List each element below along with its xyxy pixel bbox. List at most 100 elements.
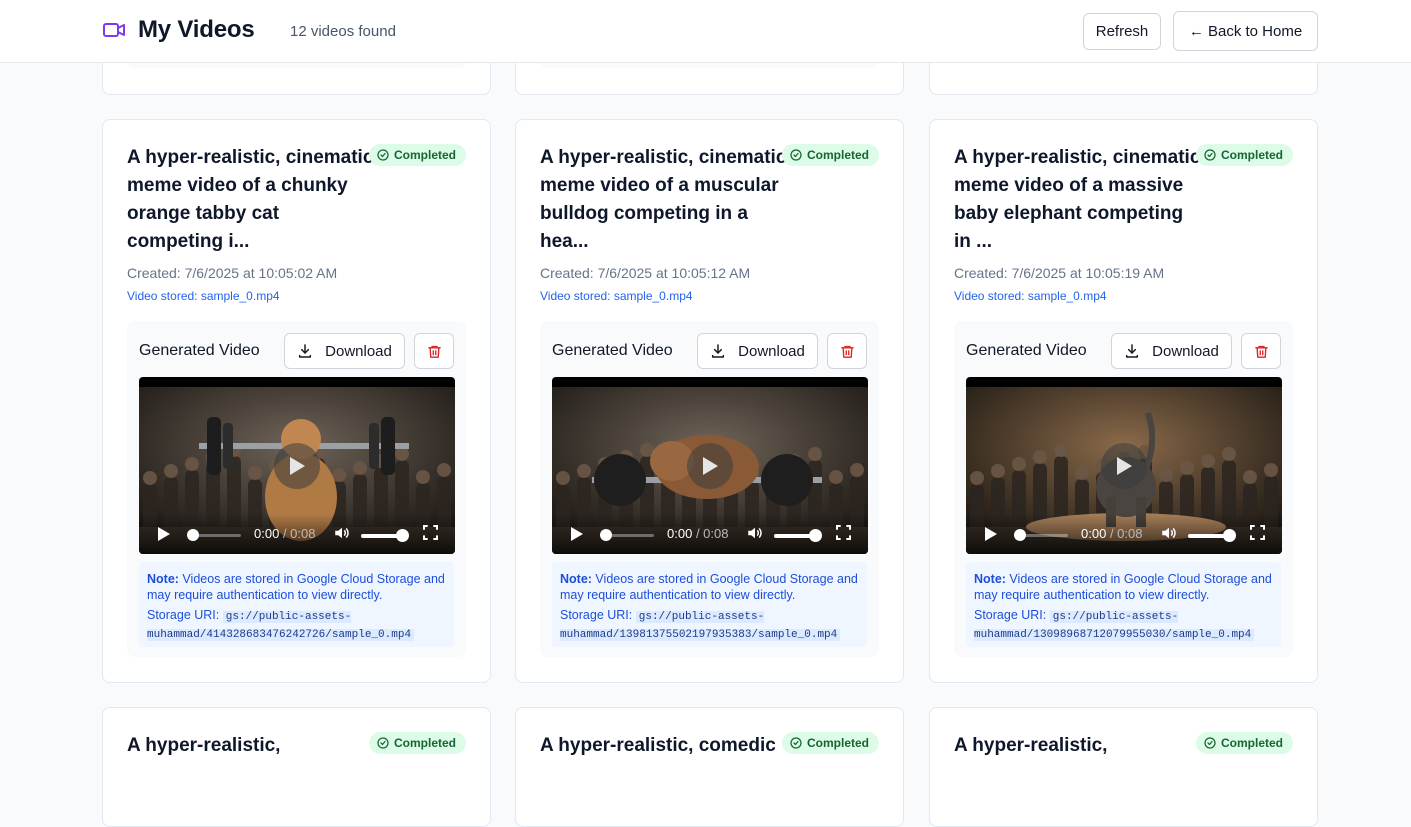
video-card-partial: A hyper-realistic, Completed xyxy=(929,707,1318,827)
play-icon[interactable] xyxy=(157,526,171,542)
status-badge: Completed xyxy=(781,144,879,166)
delete-button[interactable] xyxy=(827,333,867,369)
video-controls: 0:00 / 0:08 xyxy=(552,514,868,554)
note-text: Videos are stored in Google Cloud Storag… xyxy=(974,572,1272,602)
video-card-partial: A hyper-realistic, comedic Completed xyxy=(515,707,904,827)
brand: My Videos xyxy=(102,16,255,44)
download-button[interactable]: Download xyxy=(1111,333,1232,369)
seek-handle[interactable] xyxy=(1014,529,1026,541)
created-timestamp: Created: 7/6/2025 at 10:05:19 AM xyxy=(954,265,1165,281)
back-to-home-button[interactable]: ← Back to Home xyxy=(1173,11,1318,51)
delete-button[interactable] xyxy=(414,333,454,369)
volume-handle[interactable] xyxy=(809,529,822,542)
check-circle-icon xyxy=(790,737,802,749)
download-label: Download xyxy=(325,342,392,360)
video-player[interactable]: 0:00 / 0:08 xyxy=(552,377,868,554)
video-title: A hyper-realistic, cinematic meme video … xyxy=(540,147,787,252)
check-circle-icon xyxy=(1204,149,1216,161)
fullscreen-icon[interactable] xyxy=(1250,525,1265,540)
download-icon xyxy=(1126,344,1139,358)
stored-filename: Video stored: sample_0.mp4 xyxy=(954,289,1107,303)
note-label: Note: xyxy=(560,572,592,586)
download-icon xyxy=(712,344,725,358)
video-controls: 0:00 / 0:08 xyxy=(139,514,455,554)
storage-note: Note: Videos are stored in Google Cloud … xyxy=(552,562,867,647)
storage-uri-label: Storage URI: xyxy=(560,608,633,622)
status-text: Completed xyxy=(806,148,869,162)
status-text: Completed xyxy=(806,736,869,750)
status-text: Completed xyxy=(1220,736,1283,750)
video-camera-icon xyxy=(102,18,126,42)
download-button[interactable]: Download xyxy=(697,333,818,369)
video-title: A hyper-realistic, cinematic meme video … xyxy=(127,147,374,252)
status-badge: Completed xyxy=(781,732,879,754)
volume-icon[interactable] xyxy=(333,524,351,542)
volume-icon[interactable] xyxy=(1160,524,1178,542)
video-count: 12 videos found xyxy=(290,23,396,40)
storage-uri-label: Storage URI: xyxy=(974,608,1047,622)
panel-label: Generated Video xyxy=(552,342,673,359)
note-text: Videos are stored in Google Cloud Storag… xyxy=(560,572,858,602)
download-label: Download xyxy=(738,342,805,360)
video-card-partial: A hyper-realistic, Completed xyxy=(102,707,491,827)
video-panel: Generated Video Download 0:00 / 0:08 Not… xyxy=(540,321,879,657)
status-badge: Completed xyxy=(1195,144,1293,166)
app-header: My Videos 12 videos found Refresh ← Back… xyxy=(0,0,1411,63)
trash-icon xyxy=(427,345,441,358)
refresh-button[interactable]: Refresh xyxy=(1083,13,1161,50)
status-badge: Completed xyxy=(368,144,466,166)
play-icon[interactable] xyxy=(570,526,584,542)
download-label: Download xyxy=(1152,342,1219,360)
check-circle-icon xyxy=(790,149,802,161)
play-overlay-icon[interactable] xyxy=(687,443,733,489)
video-title: A hyper-realistic, cinematic meme video … xyxy=(954,147,1201,252)
status-text: Completed xyxy=(393,736,456,750)
video-card: A hyper-realistic, cinematic meme video … xyxy=(515,119,904,683)
volume-handle[interactable] xyxy=(396,529,409,542)
seek-handle[interactable] xyxy=(187,529,199,541)
trash-icon xyxy=(840,345,854,358)
created-timestamp: Created: 7/6/2025 at 10:05:12 AM xyxy=(540,265,751,281)
panel-label: Generated Video xyxy=(966,342,1087,359)
video-player[interactable]: 0:00 / 0:08 xyxy=(966,377,1282,554)
delete-button[interactable] xyxy=(1241,333,1281,369)
note-text: Videos are stored in Google Cloud Storag… xyxy=(147,572,445,602)
panel-label: Generated Video xyxy=(139,342,260,359)
note-label: Note: xyxy=(974,572,1006,586)
status-badge: Completed xyxy=(368,732,466,754)
check-circle-icon xyxy=(1204,737,1216,749)
volume-icon[interactable] xyxy=(746,524,764,542)
fullscreen-icon[interactable] xyxy=(836,525,851,540)
storage-note: Note: Videos are stored in Google Cloud … xyxy=(966,562,1281,647)
created-timestamp: Created: 7/6/2025 at 10:05:02 AM xyxy=(127,265,338,281)
time-display: 0:00 / 0:08 xyxy=(667,526,729,541)
time-display: 0:00 / 0:08 xyxy=(254,526,316,541)
video-panel: Generated Video Download 0:00 / 0:08 Not… xyxy=(127,321,466,657)
video-title: A hyper-realistic, comedic xyxy=(540,735,776,756)
video-controls: 0:00 / 0:08 xyxy=(966,514,1282,554)
fullscreen-icon[interactable] xyxy=(423,525,438,540)
check-circle-icon xyxy=(377,149,389,161)
stored-filename: Video stored: sample_0.mp4 xyxy=(540,289,693,303)
play-overlay-icon[interactable] xyxy=(1101,443,1147,489)
download-button[interactable]: Download xyxy=(284,333,405,369)
video-title: A hyper-realistic, xyxy=(954,735,1108,756)
play-icon[interactable] xyxy=(984,526,998,542)
video-player[interactable]: 0:00 / 0:08 xyxy=(139,377,455,554)
trash-icon xyxy=(1254,345,1268,358)
play-overlay-icon[interactable] xyxy=(274,443,320,489)
video-panel: Generated Video Download 0:00 / 0:08 Not… xyxy=(954,321,1293,657)
storage-uri-label: Storage URI: xyxy=(147,608,220,622)
seek-handle[interactable] xyxy=(600,529,612,541)
download-icon xyxy=(299,344,312,358)
note-label: Note: xyxy=(147,572,179,586)
status-badge: Completed xyxy=(1195,732,1293,754)
video-card: A hyper-realistic, cinematic meme video … xyxy=(929,119,1318,683)
video-card: A hyper-realistic, cinematic meme video … xyxy=(102,119,491,683)
status-text: Completed xyxy=(1220,148,1283,162)
time-display: 0:00 / 0:08 xyxy=(1081,526,1143,541)
page-title: My Videos xyxy=(138,16,255,43)
check-circle-icon xyxy=(377,737,389,749)
volume-handle[interactable] xyxy=(1223,529,1236,542)
video-title: A hyper-realistic, xyxy=(127,735,281,756)
